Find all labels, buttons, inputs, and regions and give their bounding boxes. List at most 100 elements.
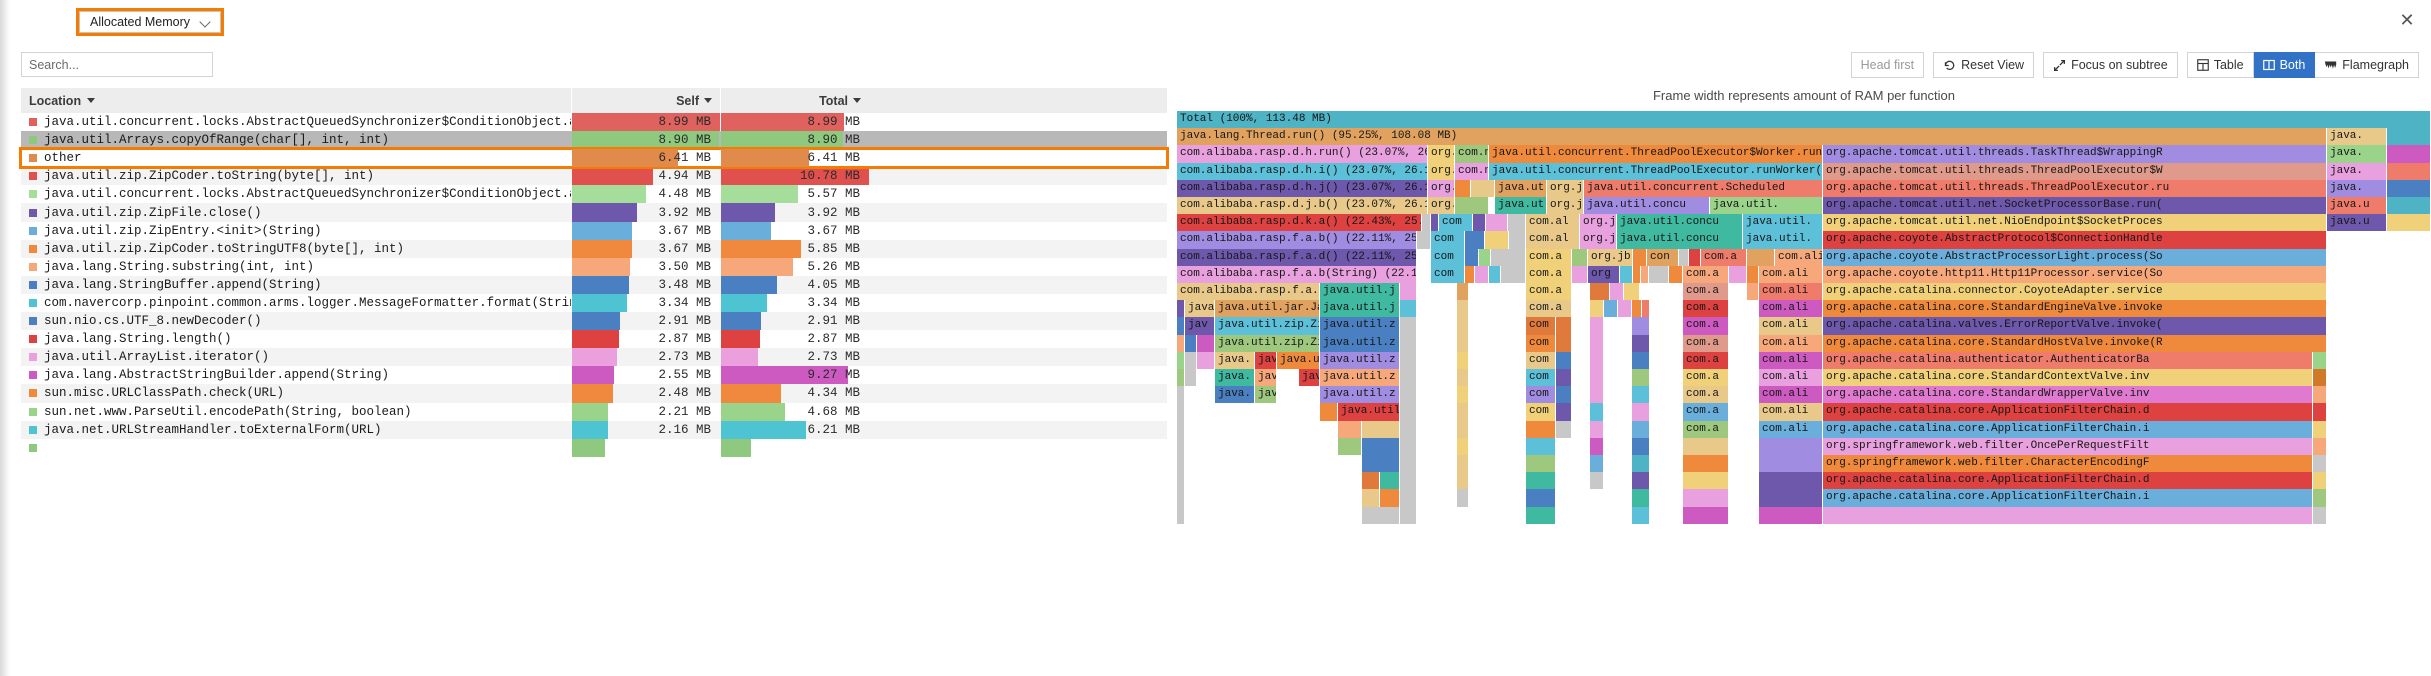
- flame-frame[interactable]: com.a: [1683, 283, 1729, 301]
- search-input[interactable]: [21, 52, 213, 77]
- flame-frame[interactable]: [1277, 369, 1299, 387]
- head-first-button[interactable]: Head first: [1850, 52, 1925, 78]
- flame-frame[interactable]: [1679, 248, 1689, 266]
- table-row[interactable]: java.lang.StringBuffer.append(String) 3.4…: [21, 275, 1167, 294]
- flame-frame[interactable]: [1177, 317, 1185, 335]
- flame-frame[interactable]: com: [1526, 403, 1556, 421]
- flame-frame[interactable]: [1417, 351, 1457, 369]
- flame-frame[interactable]: [2387, 145, 2431, 163]
- flame-frame[interactable]: com.a: [1683, 317, 1729, 335]
- flame-frame[interactable]: [1572, 369, 1590, 387]
- flame-frame[interactable]: org.apache.catalina.connector.CoyoteAdap…: [1823, 283, 2327, 301]
- flame-frame[interactable]: org.apache.tomcat.util.threads.ThreadPoo…: [1823, 179, 2327, 197]
- flame-frame[interactable]: [1338, 420, 1362, 438]
- flame-frame[interactable]: com.n: [1455, 162, 1489, 180]
- flame-frame[interactable]: [1556, 386, 1572, 404]
- flame-frame[interactable]: org.apache.tomcat.util.threads.TaskThrea…: [1823, 145, 2327, 163]
- flame-frame[interactable]: [1457, 369, 1469, 387]
- flame-frame[interactable]: org.apache.catalina.core.ApplicationFilt…: [1823, 403, 2313, 421]
- flame-frame[interactable]: [1642, 300, 1650, 318]
- flame-frame[interactable]: [1590, 334, 1604, 352]
- flame-frame[interactable]: com.alibaba.rasp.f.a.b(String) (22.11%: [1177, 265, 1417, 283]
- flame-frame[interactable]: [1729, 265, 1747, 283]
- flame-frame[interactable]: [2313, 506, 2327, 524]
- flame-frame[interactable]: [1632, 437, 1650, 455]
- flame-frame[interactable]: [1465, 265, 1475, 283]
- flame-frame[interactable]: java.util.z: [1320, 317, 1400, 335]
- flame-frame[interactable]: com.a: [1683, 386, 1729, 404]
- flame-frame[interactable]: [1572, 317, 1590, 335]
- flame-frame[interactable]: [2387, 162, 2431, 180]
- table-row[interactable]: java.util.zip.ZipCoder.toStringUTF8(byte…: [21, 239, 1167, 258]
- flame-frame[interactable]: [1641, 265, 1649, 283]
- flame-frame[interactable]: [1457, 437, 1469, 455]
- flame-frame[interactable]: [2387, 214, 2431, 232]
- flame-frame[interactable]: [2327, 231, 2387, 249]
- flame-frame[interactable]: [1469, 403, 1526, 421]
- metric-select[interactable]: Allocated Memory: [79, 11, 221, 33]
- flame-frame[interactable]: [1650, 386, 1683, 404]
- flame-frame[interactable]: [1650, 317, 1683, 335]
- flame-frame[interactable]: org.apache.catalina.authenticator.Authen…: [1823, 351, 2313, 369]
- flame-frame[interactable]: java.ut: [1495, 179, 1547, 197]
- flame-frame[interactable]: com.ali: [1759, 317, 1823, 335]
- flame-frame[interactable]: [1590, 472, 1604, 490]
- flame-frame[interactable]: [1632, 334, 1650, 352]
- flame-frame[interactable]: [1185, 351, 1197, 369]
- flame-frame[interactable]: java.util.concu: [1617, 231, 1743, 249]
- flame-frame[interactable]: [1400, 420, 1417, 438]
- flame-frame[interactable]: [1469, 369, 1526, 387]
- flame-frame[interactable]: [1556, 317, 1572, 335]
- table-row[interactable]: java.lang.String.length() 2.87 MB 2.87 MB: [21, 330, 1167, 349]
- flame-frame[interactable]: [1683, 489, 1729, 507]
- flame-frame[interactable]: com.ali: [1759, 283, 1823, 301]
- flame-frame[interactable]: java.u: [2327, 214, 2387, 232]
- flame-frame[interactable]: [1759, 455, 1823, 473]
- flame-frame[interactable]: java.: [1215, 386, 1255, 404]
- flame-frame[interactable]: [1485, 231, 1509, 249]
- flame-frame[interactable]: [1417, 300, 1457, 318]
- flame-frame[interactable]: org.apache.catalina.core.ApplicationFilt…: [1823, 420, 2313, 438]
- table-row[interactable]: java.util.zip.ZipCoder.toString(byte[], …: [21, 167, 1167, 186]
- flame-frame[interactable]: [1729, 283, 1747, 301]
- table-row[interactable]: sun.nio.cs.UTF_8.newDecoder() 2.91 MB 2.91…: [21, 312, 1167, 331]
- flame-frame[interactable]: [1177, 455, 1185, 473]
- flame-frame[interactable]: java.util.concu: [1584, 197, 1710, 215]
- flame-frame[interactable]: [2313, 472, 2327, 490]
- flame-frame[interactable]: com.aliba: [1775, 248, 1823, 266]
- flame-frame[interactable]: com.al: [1526, 231, 1580, 249]
- flame-frame[interactable]: com.a: [1526, 300, 1572, 318]
- flame-frame[interactable]: [1669, 265, 1683, 283]
- flame-frame[interactable]: [1650, 369, 1683, 387]
- flame-frame[interactable]: [2327, 265, 2387, 283]
- flame-frame[interactable]: [2313, 420, 2327, 438]
- flame-frame[interactable]: [1417, 248, 1431, 266]
- flame-frame[interactable]: [1683, 472, 1729, 490]
- flame-frame[interactable]: [1400, 300, 1417, 318]
- flame-frame[interactable]: [2327, 248, 2387, 266]
- flame-frame[interactable]: [1417, 317, 1457, 335]
- flame-frame[interactable]: [1729, 334, 1759, 352]
- flame-frame[interactable]: [1465, 248, 1479, 266]
- flame-frame[interactable]: com.ali: [1759, 369, 1823, 387]
- flame-frame[interactable]: [1689, 248, 1701, 266]
- flame-frame[interactable]: java: [1185, 300, 1215, 318]
- flame-frame[interactable]: [1604, 300, 1618, 318]
- flame-frame[interactable]: [1590, 317, 1604, 335]
- flame-frame[interactable]: [1604, 351, 1632, 369]
- flame-frame[interactable]: [1177, 351, 1185, 369]
- table-row[interactable]: sun.misc.URLClassPath.check(URL) 2.48 MB 4…: [21, 384, 1167, 403]
- flame-frame[interactable]: java.util: [1338, 403, 1400, 421]
- flame-frame[interactable]: [1501, 265, 1526, 283]
- flame-frame[interactable]: [1747, 265, 1759, 283]
- flame-frame[interactable]: [1508, 214, 1526, 232]
- flame-frame[interactable]: org.jb: [1580, 214, 1617, 232]
- flame-frame[interactable]: [1177, 334, 1185, 352]
- flame-frame[interactable]: [1400, 351, 1417, 369]
- flame-frame[interactable]: [1457, 283, 1469, 301]
- flame-frame[interactable]: [1457, 403, 1469, 421]
- flame-frame[interactable]: [1632, 472, 1650, 490]
- flame-frame[interactable]: [2327, 300, 2387, 318]
- table-row[interactable]: com.navercorp.pinpoint.common.arms.logge…: [21, 293, 1167, 313]
- flame-frame[interactable]: [1556, 351, 1572, 369]
